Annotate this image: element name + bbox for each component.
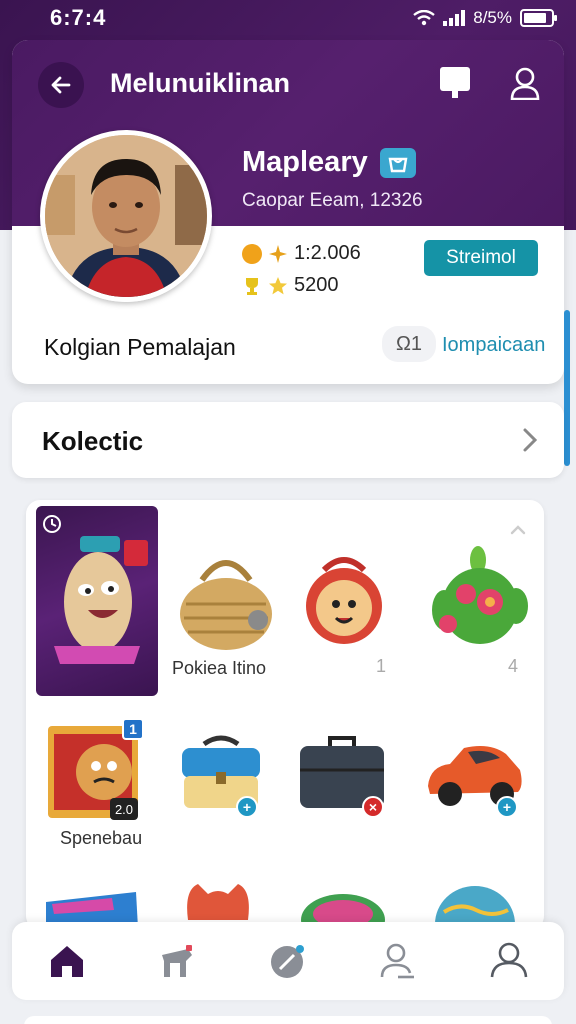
items-grid: Pokiea Itino 1 4 2.0 1 Spenebau + × + — [26, 500, 544, 930]
verified-badge — [380, 148, 416, 178]
sparkle-icon — [269, 244, 287, 263]
nav-friends[interactable] — [479, 931, 539, 991]
item-gift-box[interactable] — [46, 714, 166, 834]
gift-icon — [161, 945, 192, 977]
pen-icon — [270, 945, 304, 978]
user-icon — [510, 67, 540, 100]
id-chip[interactable]: Ω1 — [382, 326, 436, 362]
basket-icon — [180, 560, 272, 650]
back-button[interactable] — [38, 62, 84, 108]
stars-value: 5200 — [294, 274, 339, 296]
home-icon — [51, 946, 84, 977]
item-label: Spenebau — [60, 828, 143, 848]
profile-card: Melunuiklinan Mapleary Caopar Eeam, 1232… — [12, 40, 564, 384]
follow-button[interactable]: Streimol — [424, 240, 538, 276]
item-basket[interactable] — [166, 540, 286, 660]
nav-gift[interactable] — [148, 931, 208, 991]
stars-stat: 5200 — [242, 274, 339, 297]
nav-profile-edit[interactable] — [368, 931, 428, 991]
chat-button[interactable] — [438, 66, 472, 100]
potato-character-icon — [54, 536, 148, 664]
section-label: Kolgian Pemalajan — [44, 334, 236, 360]
nav-edit[interactable] — [258, 931, 318, 991]
chevron-up-icon[interactable] — [508, 522, 528, 536]
bag-icon — [388, 157, 408, 173]
cat-mask-icon — [187, 884, 249, 920]
user-edit-icon — [381, 943, 415, 979]
status-indicators: 8/5% — [413, 8, 557, 28]
battery-fill — [524, 13, 547, 23]
item-cactus[interactable] — [426, 544, 544, 664]
wifi-icon — [413, 10, 435, 26]
friends-icon — [490, 942, 528, 978]
item-count: 4 — [508, 656, 519, 676]
add-badge-icon[interactable]: + — [496, 796, 518, 818]
item-car[interactable] — [420, 730, 540, 850]
coins-stat: 1:2.006 — [242, 242, 361, 265]
item-count: 1 — [376, 656, 387, 676]
scroll-accent — [564, 310, 570, 466]
battery-icon — [520, 9, 557, 27]
item-clock-bag[interactable] — [294, 550, 414, 670]
item-suitcase[interactable] — [296, 730, 416, 850]
coins-value: 1:2.006 — [294, 242, 361, 264]
featured-item-card[interactable] — [36, 506, 158, 696]
profile-button[interactable] — [506, 64, 544, 102]
arrow-left-icon — [51, 76, 71, 94]
avatar-photo — [45, 135, 207, 297]
coin-icon — [242, 243, 262, 264]
status-time: 6:7:4 — [50, 5, 107, 30]
collection-row[interactable]: Kolectic — [12, 402, 564, 478]
item-lunchbox[interactable] — [176, 730, 296, 850]
cactus-flower-icon — [432, 546, 528, 644]
clock-bag-icon — [306, 557, 382, 644]
add-badge-icon[interactable]: + — [236, 796, 258, 818]
next-card-peek — [24, 1016, 552, 1024]
item-label: Pokiea Itino — [172, 658, 267, 678]
chevron-right-icon — [523, 428, 538, 452]
signal-icon — [443, 10, 466, 26]
id-link[interactable]: Iompaicaan — [442, 334, 545, 357]
remove-badge-icon[interactable]: × — [362, 796, 384, 818]
nav-home[interactable] — [37, 931, 97, 991]
avatar[interactable] — [40, 130, 212, 302]
lock-badge-icon: 1 — [122, 718, 144, 740]
star-icon — [269, 276, 287, 294]
globe-egg-icon — [435, 886, 515, 924]
bottom-nav — [12, 922, 564, 1000]
profile-subtitle: Caopar Eeam, 12326 — [242, 190, 423, 211]
collection-title: Kolectic — [42, 426, 144, 456]
page-title: Melunuiklinan — [110, 68, 291, 98]
battery-percentage: 8/5% — [473, 8, 512, 27]
chat-bubble-icon — [440, 67, 470, 98]
profile-name: Mapleary — [242, 146, 368, 178]
count-badge: 2.0 — [110, 798, 138, 820]
trophy-icon — [246, 277, 258, 295]
status-bar: 6:7:4 8/5% — [0, 0, 576, 36]
